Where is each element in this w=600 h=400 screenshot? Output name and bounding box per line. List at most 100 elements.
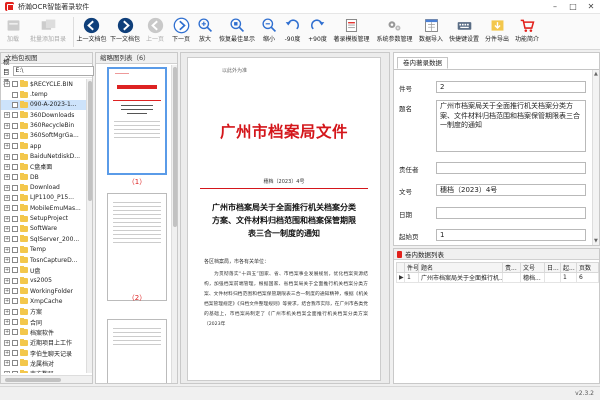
- expand-toggle-icon[interactable]: +: [4, 184, 10, 191]
- expand-toggle-icon[interactable]: +: [4, 215, 10, 222]
- expand-toggle-icon[interactable]: +: [4, 360, 10, 367]
- rotate-right-button[interactable]: +90度: [305, 14, 330, 50]
- tree-checkbox[interactable]: [12, 112, 18, 119]
- column-header[interactable]: 页数: [576, 262, 599, 273]
- expand-toggle-icon[interactable]: +: [4, 329, 10, 336]
- prev-archive-button[interactable]: 上一文档包: [75, 14, 108, 50]
- batch-load-button[interactable]: 批量添加目录: [24, 14, 72, 50]
- expand-toggle-icon[interactable]: +: [4, 163, 10, 170]
- tree-vertical-scrollbar[interactable]: [86, 79, 92, 373]
- expand-toggle-icon[interactable]: +: [4, 257, 10, 264]
- expand-toggle-icon[interactable]: +: [4, 298, 10, 305]
- tree-node[interactable]: + app: [1, 141, 86, 151]
- column-header[interactable]: 责...: [502, 262, 521, 273]
- tree-node[interactable]: + TosnCaptureD...: [1, 255, 86, 265]
- close-icon[interactable]: ✕: [582, 0, 600, 14]
- column-header[interactable]: 文号: [520, 262, 545, 273]
- next-archive-button[interactable]: 下一文档包: [108, 14, 142, 50]
- tree-node[interactable]: + 南方数码: [1, 369, 86, 373]
- expand-toggle-icon[interactable]: +: [4, 339, 10, 346]
- tree-checkbox[interactable]: [12, 184, 18, 191]
- maximize-icon[interactable]: □: [564, 0, 582, 14]
- tree-checkbox[interactable]: [12, 163, 18, 170]
- column-header[interactable]: 起...: [560, 262, 577, 273]
- tree-checkbox[interactable]: [12, 91, 18, 98]
- tree-checkbox[interactable]: [12, 350, 18, 357]
- expand-toggle-icon[interactable]: +: [4, 81, 10, 88]
- tree-node[interactable]: + 龙属档对: [1, 358, 86, 368]
- tree-node[interactable]: + LJP1100_P15...: [1, 193, 86, 203]
- thumb-vertical-scrollbar[interactable]: [171, 65, 177, 383]
- column-header[interactable]: [396, 262, 405, 273]
- expand-toggle-icon[interactable]: +: [4, 308, 10, 315]
- tab-metadata[interactable]: 卷内著录数据: [397, 57, 448, 69]
- expand-toggle-icon[interactable]: +: [4, 174, 10, 181]
- tree-checkbox[interactable]: [12, 225, 18, 232]
- document-viewer[interactable]: 以此外为准 广州市档案局文件 穗档〔2023〕4号 广州市档案局关于全面推行机关…: [180, 52, 390, 384]
- scroll-down-icon[interactable]: ▼: [594, 238, 598, 244]
- tree-hscroll-thumb[interactable]: [5, 378, 61, 382]
- tree-checkbox[interactable]: [12, 277, 18, 284]
- tree-checkbox[interactable]: [12, 257, 18, 264]
- tree-node[interactable]: + DB: [1, 172, 86, 182]
- tree-node[interactable]: + 李伯生聊天记录: [1, 348, 86, 358]
- tree-checkbox[interactable]: [12, 132, 18, 139]
- tree-node[interactable]: + SetupProject: [1, 213, 86, 223]
- minimize-icon[interactable]: –: [546, 0, 564, 14]
- tree-node[interactable]: + 方案: [1, 307, 86, 317]
- tree-checkbox[interactable]: [12, 329, 18, 336]
- tree-node[interactable]: +360SoftMgrGa...: [1, 131, 86, 141]
- metadata-scrollbar[interactable]: ▲ ▼: [592, 70, 599, 245]
- expand-toggle-icon[interactable]: +: [4, 246, 10, 253]
- tree-node[interactable]: + MobileEmuMas...: [1, 203, 86, 213]
- expand-toggle-icon[interactable]: +: [4, 112, 10, 119]
- zoom-in-button[interactable]: 放大: [194, 14, 216, 50]
- expand-toggle-icon[interactable]: +: [4, 236, 10, 243]
- tree-checkbox[interactable]: [12, 205, 18, 212]
- date-input[interactable]: [436, 207, 586, 219]
- tree-node[interactable]: + WorkingFolder: [1, 286, 86, 296]
- tree-checkbox[interactable]: [12, 174, 18, 181]
- tree-node[interactable]: +360RecycleBin: [1, 120, 86, 130]
- tree-node[interactable]: + C盘桌面: [1, 162, 86, 172]
- tree-node[interactable]: + 近期项目上工作: [1, 338, 86, 348]
- expand-toggle-icon[interactable]: +: [4, 205, 10, 212]
- doc-number-input[interactable]: 穗档（2023）4号: [436, 184, 586, 196]
- tree-node[interactable]: + XmpCache: [1, 296, 86, 306]
- tree-checkbox[interactable]: [12, 246, 18, 253]
- item-no-input[interactable]: 2: [436, 81, 586, 93]
- tree-checkbox[interactable]: [12, 288, 18, 295]
- shortcut-settings-button[interactable]: 快捷键设置: [446, 14, 482, 50]
- tree-node[interactable]: 090-A-2023-1...: [1, 99, 86, 111]
- data-import-button[interactable]: 数据导入: [416, 14, 446, 50]
- tree-checkbox[interactable]: [12, 215, 18, 222]
- tree-node[interactable]: + Temp: [1, 245, 86, 255]
- zoom-out-button[interactable]: 缩小: [258, 14, 280, 50]
- tree-checkbox[interactable]: [12, 360, 18, 367]
- template-manage-button[interactable]: 著录模板管理: [330, 14, 373, 50]
- expand-toggle-icon[interactable]: +: [4, 225, 10, 232]
- tree-node[interactable]: + SoftWare: [1, 224, 86, 234]
- tree-checkbox[interactable]: [12, 339, 18, 346]
- title-textarea[interactable]: 广州市档案局关于全面推行机关档案分类方案、文件材料归档范围和档案保管期限表三合一…: [436, 100, 586, 152]
- expand-toggle-icon[interactable]: +: [4, 122, 10, 129]
- column-header[interactable]: 题名: [418, 262, 503, 273]
- tree-checkbox[interactable]: [12, 267, 18, 274]
- rotate-left-button[interactable]: -90度: [280, 14, 305, 50]
- next-page-button[interactable]: 下一页: [168, 14, 194, 50]
- scroll-up-icon[interactable]: ▲: [594, 71, 598, 77]
- tree-node[interactable]: + U盘: [1, 265, 86, 275]
- column-header[interactable]: 日...: [544, 262, 561, 273]
- feature-intro-button[interactable]: 功能简介: [512, 14, 542, 50]
- tree-node[interactable]: + vs2005: [1, 276, 86, 286]
- page-thumbnail[interactable]: [107, 193, 167, 301]
- expand-toggle-icon[interactable]: +: [4, 153, 10, 160]
- tree-checkbox[interactable]: [12, 81, 18, 88]
- tree-node[interactable]: .temp: [1, 89, 86, 99]
- tree-node[interactable]: + BaiduNetdiskD...: [1, 151, 86, 161]
- tree-checkbox[interactable]: [12, 194, 18, 201]
- responsible-input[interactable]: [436, 162, 586, 174]
- tree-node[interactable]: +360Downloads: [1, 110, 86, 120]
- tree-node[interactable]: + 档案软件: [1, 327, 86, 337]
- tree-checkbox[interactable]: [12, 236, 18, 243]
